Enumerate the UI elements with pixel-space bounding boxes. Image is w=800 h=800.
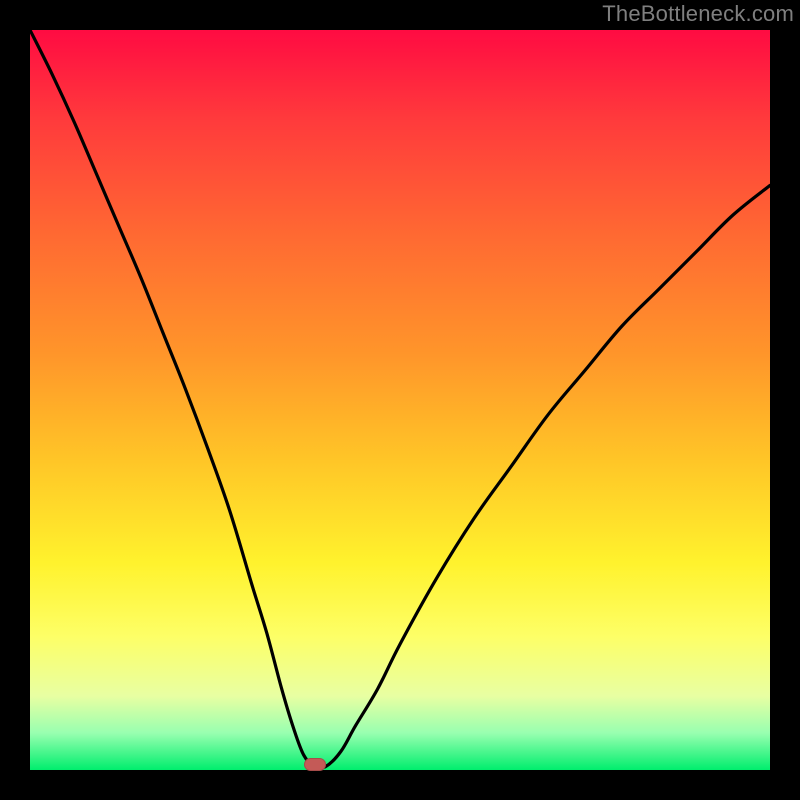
optimum-marker bbox=[304, 758, 326, 771]
watermark-text: TheBottleneck.com bbox=[602, 1, 794, 27]
bottleneck-curve bbox=[30, 30, 770, 768]
plot-area bbox=[30, 30, 770, 770]
bottleneck-curve-svg bbox=[30, 30, 770, 770]
chart-frame: TheBottleneck.com bbox=[0, 0, 800, 800]
